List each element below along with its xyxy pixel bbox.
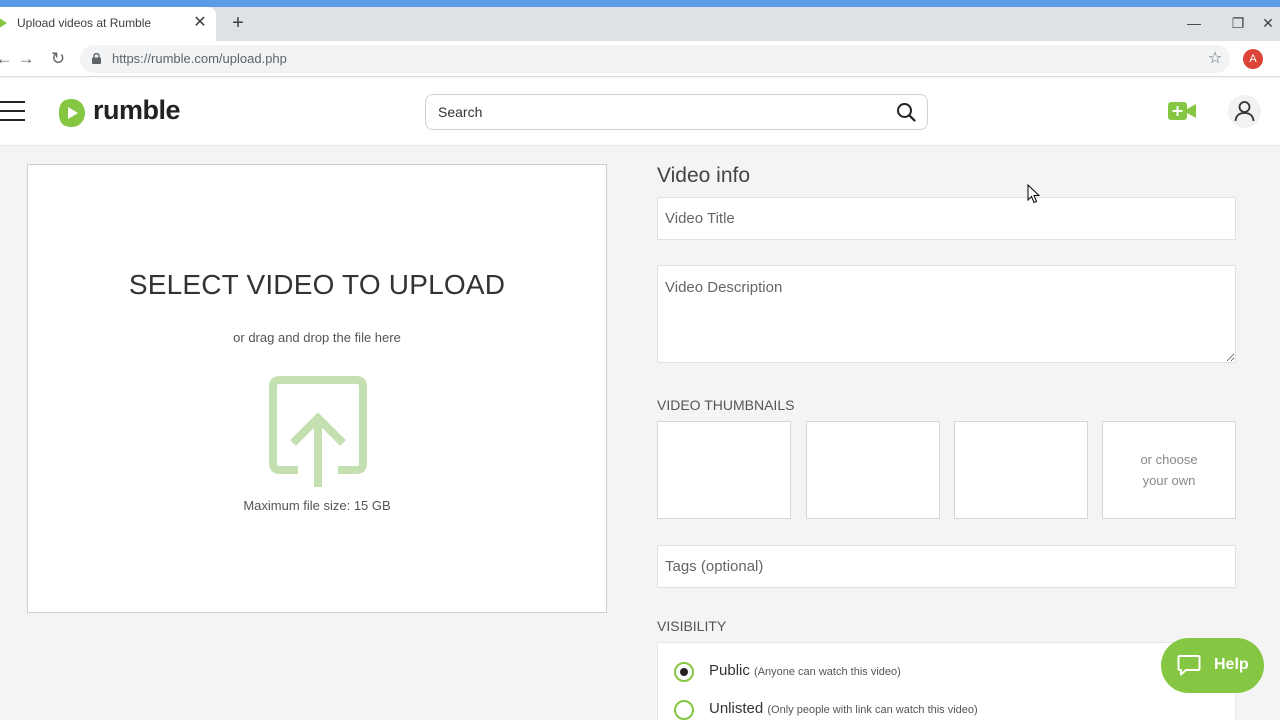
profile-avatar[interactable]: A — [1243, 49, 1263, 69]
search-input[interactable] — [438, 95, 878, 129]
upload-video-icon[interactable] — [1167, 100, 1197, 122]
search-box[interactable] — [425, 94, 928, 130]
user-account-icon[interactable] — [1228, 95, 1261, 128]
thumbnail-option-3[interactable] — [954, 421, 1088, 519]
unlisted-label: Unlisted — [709, 700, 764, 717]
reload-icon[interactable]: ↻ — [46, 47, 70, 71]
public-hint: (Anyone can watch this video) — [754, 666, 901, 678]
visibility-label: VISIBILITY — [657, 618, 727, 634]
minimize-icon[interactable]: — — [1183, 12, 1205, 34]
window-top-strip — [0, 0, 1280, 7]
tab-bar: Upload videos at Rumble ✕ + — ❐ ✕ — [0, 7, 1280, 41]
window-close-icon[interactable]: ✕ — [1257, 12, 1279, 34]
tags-input[interactable] — [657, 545, 1236, 588]
menu-icon[interactable] — [0, 101, 25, 121]
thumbnail-option-1[interactable] — [657, 421, 791, 519]
help-label: Help — [1214, 656, 1249, 673]
bookmark-star-icon[interactable]: ☆ — [1203, 47, 1227, 71]
max-file-size: Maximum file size: 15 GB — [243, 498, 391, 513]
public-label: Public — [709, 662, 750, 679]
thumbnail-option-2[interactable] — [806, 421, 940, 519]
upload-dropzone[interactable]: SELECT VIDEO TO UPLOAD or drag and drop … — [27, 164, 607, 613]
visibility-options: Public (Anyone can watch this video) Unl… — [657, 642, 1236, 720]
video-description-input[interactable] — [657, 265, 1236, 363]
drag-drop-hint: or drag and drop the file here — [233, 330, 401, 345]
chat-bubble-icon — [1177, 655, 1201, 676]
url-text[interactable]: https://rumble.com/upload.php — [112, 51, 287, 66]
help-button[interactable]: Help — [1161, 638, 1264, 693]
site-header: rumble — [0, 78, 1280, 146]
new-tab-button[interactable]: + — [227, 12, 249, 34]
tab-title: Upload videos at Rumble — [17, 16, 152, 30]
upload-arrow-icon[interactable] — [268, 375, 368, 490]
upload-title: SELECT VIDEO TO UPLOAD — [128, 269, 506, 300]
tab-close-icon[interactable]: ✕ — [190, 13, 210, 33]
lock-icon — [92, 53, 101, 64]
radio-unlisted[interactable] — [674, 700, 694, 720]
forward-icon[interactable]: → — [14, 47, 38, 71]
thumbnails-label: VIDEO THUMBNAILS — [657, 397, 795, 413]
choose-own-thumbnail[interactable]: or choose your own — [1102, 421, 1236, 519]
video-info-heading: Video info — [657, 164, 751, 187]
rumble-favicon-icon — [0, 17, 7, 29]
browser-tab-active[interactable]: Upload videos at Rumble ✕ — [0, 7, 216, 41]
unlisted-hint: (Only people with link can watch this vi… — [767, 704, 978, 716]
search-icon[interactable] — [896, 102, 916, 122]
choose-own-label: or choose your own — [1140, 452, 1198, 488]
rumble-logo-icon — [59, 99, 85, 127]
mouse-cursor-icon — [1027, 184, 1040, 204]
restore-icon[interactable]: ❐ — [1227, 12, 1249, 34]
logo-text: rumble — [93, 95, 181, 125]
omnibox[interactable]: https://rumble.com/upload.php — [80, 45, 1230, 73]
video-title-input[interactable] — [657, 197, 1236, 240]
address-bar: ← → ↻ https://rumble.com/upload.php ☆ A — [0, 41, 1280, 77]
radio-public[interactable] — [674, 662, 694, 682]
